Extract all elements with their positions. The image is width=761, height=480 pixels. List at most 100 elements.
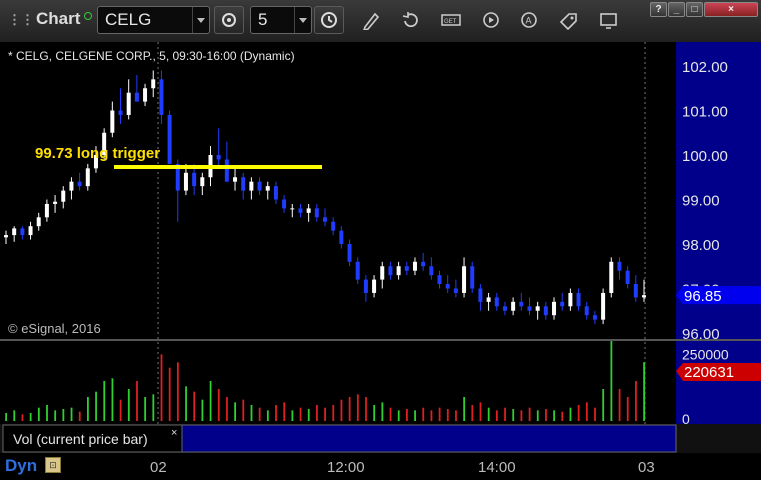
candle-body xyxy=(118,110,123,115)
pane-divider[interactable] xyxy=(0,339,761,341)
candle-body xyxy=(167,114,172,164)
candle-body xyxy=(20,228,25,236)
volume-bar xyxy=(561,411,564,421)
chart-title: ⋮⋮ Chart xyxy=(8,9,93,29)
maximize-button[interactable]: □ xyxy=(686,2,703,17)
alert-icon[interactable]: A xyxy=(518,10,540,30)
volume-bar xyxy=(111,378,114,421)
volume-study-bar xyxy=(181,424,677,453)
interval-settings-button[interactable] xyxy=(214,6,244,34)
candle-body xyxy=(143,88,148,102)
candle-body xyxy=(584,306,589,316)
candle-body xyxy=(576,292,581,307)
volume-bar xyxy=(217,389,220,421)
candle-body xyxy=(445,284,450,289)
candle-body xyxy=(527,306,532,311)
volume-bar xyxy=(37,407,40,421)
chart-toolbar: ⋮⋮ Chart CELG 5 GET A ? _ □ × xyxy=(0,0,761,43)
price-pane[interactable] xyxy=(0,42,676,339)
volume-bar xyxy=(430,410,433,421)
candle-body xyxy=(216,155,221,160)
volume-bar xyxy=(316,405,318,421)
volume-bar xyxy=(528,407,531,421)
volume-bar xyxy=(545,409,547,421)
volume-bar xyxy=(242,399,245,421)
candle-body xyxy=(568,292,573,307)
symbol-input[interactable]: CELG xyxy=(97,6,210,34)
volume-bar xyxy=(585,402,588,421)
volume-bar xyxy=(299,407,302,421)
candle-body xyxy=(85,168,90,187)
candle-body xyxy=(412,261,417,271)
volume-bar xyxy=(144,397,147,421)
volume-bar xyxy=(471,405,474,421)
volume-bar xyxy=(618,389,621,421)
candle-body xyxy=(543,306,548,316)
candle-body xyxy=(77,181,82,187)
volume-study-close-icon[interactable]: × xyxy=(171,427,177,439)
candle-body xyxy=(511,301,516,311)
time-template-button[interactable] xyxy=(314,6,344,34)
lock-icon[interactable]: ⊡ xyxy=(45,457,61,473)
volume-bar xyxy=(463,397,466,421)
volume-bar xyxy=(275,405,277,421)
candle-body xyxy=(625,270,630,285)
interval-value: 5 xyxy=(258,10,268,29)
candle-body xyxy=(298,208,303,213)
candle-body xyxy=(601,292,606,320)
candle-body xyxy=(4,235,8,238)
volume-bar xyxy=(176,362,179,421)
volume-bar xyxy=(209,381,212,421)
candle-body xyxy=(617,261,622,271)
volume-bar xyxy=(29,413,32,421)
volume-bar xyxy=(635,381,637,421)
get-quote-icon[interactable]: GET xyxy=(440,10,462,30)
volume-bar xyxy=(626,397,629,421)
volume-bar xyxy=(389,407,392,421)
candle-body xyxy=(347,244,352,262)
volume-pane[interactable] xyxy=(0,341,676,424)
chart-window: ⋮⋮ Chart CELG 5 GET A ? _ □ × 102.00 101… xyxy=(0,0,761,480)
refresh-icon[interactable] xyxy=(400,10,422,30)
play-icon[interactable] xyxy=(480,10,502,30)
clock-icon xyxy=(321,12,337,28)
chart-legend: * CELG, CELGENE CORP., 5, 09:30-16:00 (D… xyxy=(8,49,295,63)
candle-body xyxy=(502,306,507,311)
candle-body xyxy=(151,79,156,89)
volume-bar xyxy=(234,402,237,421)
interval-input[interactable]: 5 xyxy=(250,6,312,34)
volume-bar xyxy=(283,402,286,421)
close-button[interactable]: × xyxy=(704,2,758,17)
volume-bar xyxy=(152,394,155,421)
candle-body xyxy=(421,261,426,267)
interval-dropdown-arrow[interactable] xyxy=(294,7,311,33)
pencil-icon[interactable] xyxy=(360,10,382,30)
candle-body xyxy=(282,199,287,209)
candle-body xyxy=(159,79,164,115)
volume-bar xyxy=(103,381,106,421)
dynamic-label[interactable]: Dyn xyxy=(5,456,37,476)
volume-bar xyxy=(414,410,416,421)
price-chart[interactable]: 102.00101.00100.0099.0098.0097.0096.00 2… xyxy=(0,42,761,453)
trigger-annotation[interactable]: 99.73 long trigger xyxy=(35,145,160,162)
volume-bar xyxy=(250,405,253,421)
candle-body xyxy=(12,228,17,236)
volume-bar xyxy=(86,397,89,421)
help-button[interactable]: ? xyxy=(650,2,667,17)
symbol-dropdown-arrow[interactable] xyxy=(192,7,209,33)
screen-icon[interactable] xyxy=(598,10,620,30)
tag-icon[interactable] xyxy=(558,10,580,30)
volume-bar xyxy=(185,386,187,421)
candle-body xyxy=(53,201,58,204)
volume-bar xyxy=(422,407,425,421)
volume-bar xyxy=(594,407,596,421)
volume-bar xyxy=(160,354,163,421)
volume-bar xyxy=(610,341,613,421)
candle-body xyxy=(257,181,262,191)
candle-body xyxy=(323,217,327,222)
volume-bar xyxy=(340,399,343,421)
candle-body xyxy=(200,177,205,187)
minimize-button[interactable]: _ xyxy=(668,2,685,17)
candle-body xyxy=(44,203,49,218)
candle-body xyxy=(429,266,434,276)
